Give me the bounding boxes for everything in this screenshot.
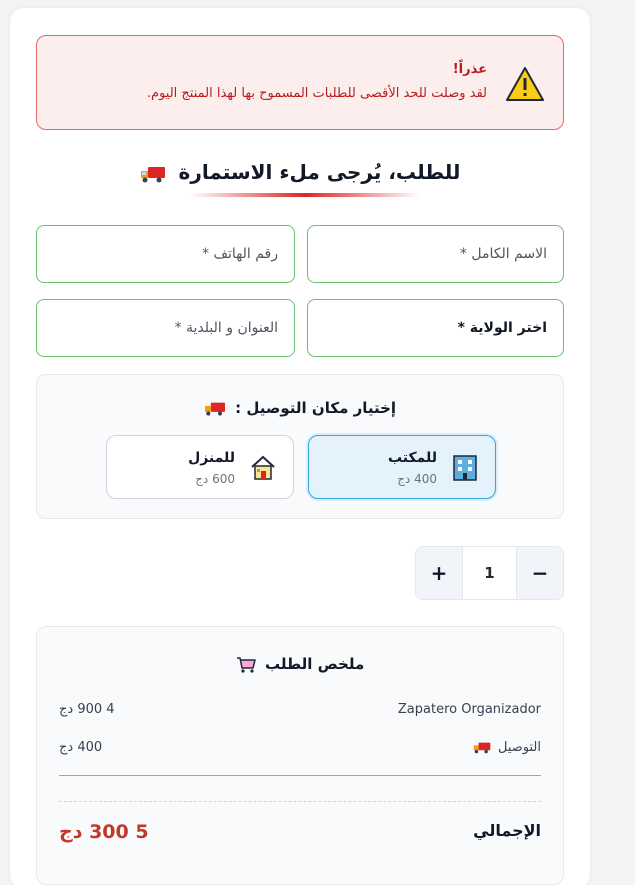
increment-button[interactable]: + (416, 547, 462, 599)
form-heading-text: للطلب، يُرجى ملء الاستمارة (178, 160, 461, 184)
warning-icon (506, 67, 544, 101)
total-value: 5 300 دج (59, 821, 149, 843)
home-label: للمنزل (188, 450, 235, 466)
summary-total-row: الإجمالي 5 300 دج (59, 821, 541, 847)
delivery-title: إختيار مكان التوصيل : (37, 399, 563, 417)
office-label: للمكتب (387, 450, 437, 466)
address-placeholder: العنوان و البلدية * (174, 320, 278, 336)
summary-title-text: ملخص الطلب (264, 655, 365, 673)
decrement-button[interactable]: − (517, 547, 563, 599)
address-field[interactable]: العنوان و البلدية * (36, 299, 295, 357)
form-heading: للطلب، يُرجى ملء الاستمارة (110, 160, 490, 184)
home-price: 600 دج (195, 472, 235, 486)
phone-field[interactable]: رقم الهاتف * (36, 225, 295, 283)
wilaya-label: اختر الولاية * (457, 320, 547, 336)
delivery-row-label: التوصيل (473, 740, 541, 755)
quantity-stepper: + 1 − (415, 546, 564, 600)
delivery-selector: إختيار مكان التوصيل : للمكتب 400 دج للمن… (36, 374, 564, 519)
alert-message: لقد وصلت للحد الأقصى للطلبات المسموح بها… (146, 86, 487, 101)
shopping-cart-icon (236, 656, 256, 673)
total-label: الإجمالي (473, 821, 541, 840)
delivery-row-price: 400 دج (59, 740, 103, 755)
heading-underline (190, 193, 420, 197)
limit-alert: عذراً! لقد وصلت للحد الأقصى للطلبات المس… (36, 35, 564, 130)
delivery-option-home[interactable]: للمنزل 600 دج (106, 435, 294, 499)
summary-title: ملخص الطلب (37, 655, 563, 674)
truck-icon (140, 166, 165, 182)
product-name: Zapatero Organizador (397, 702, 541, 717)
summary-product-row: Zapatero Organizador 4 900 دج (59, 702, 541, 722)
office-price: 400 دج (397, 472, 437, 486)
wilaya-select[interactable]: اختر الولاية * (307, 299, 564, 357)
truck-icon (473, 742, 491, 754)
house-icon (251, 455, 275, 480)
summary-delivery-row: التوصيل 400 دج (59, 740, 541, 760)
summary-divider (59, 775, 541, 776)
delivery-title-text: إختيار مكان التوصيل : (235, 399, 397, 417)
phone-placeholder: رقم الهاتف * (202, 246, 278, 262)
alert-title: عذراً! (452, 62, 487, 77)
quantity-value[interactable]: 1 (462, 547, 517, 599)
summary-dashed-divider (59, 801, 541, 802)
full-name-placeholder: الاسم الكامل * (459, 246, 547, 262)
product-price: 4 900 دج (59, 702, 115, 717)
order-summary: ملخص الطلب Zapatero Organizador 4 900 دج… (36, 626, 564, 885)
delivery-option-office[interactable]: للمكتب 400 دج (308, 435, 496, 499)
delivery-row-text: التوصيل (497, 740, 541, 755)
full-name-field[interactable]: الاسم الكامل * (307, 225, 564, 283)
truck-icon (204, 402, 225, 416)
office-building-icon (453, 455, 477, 481)
